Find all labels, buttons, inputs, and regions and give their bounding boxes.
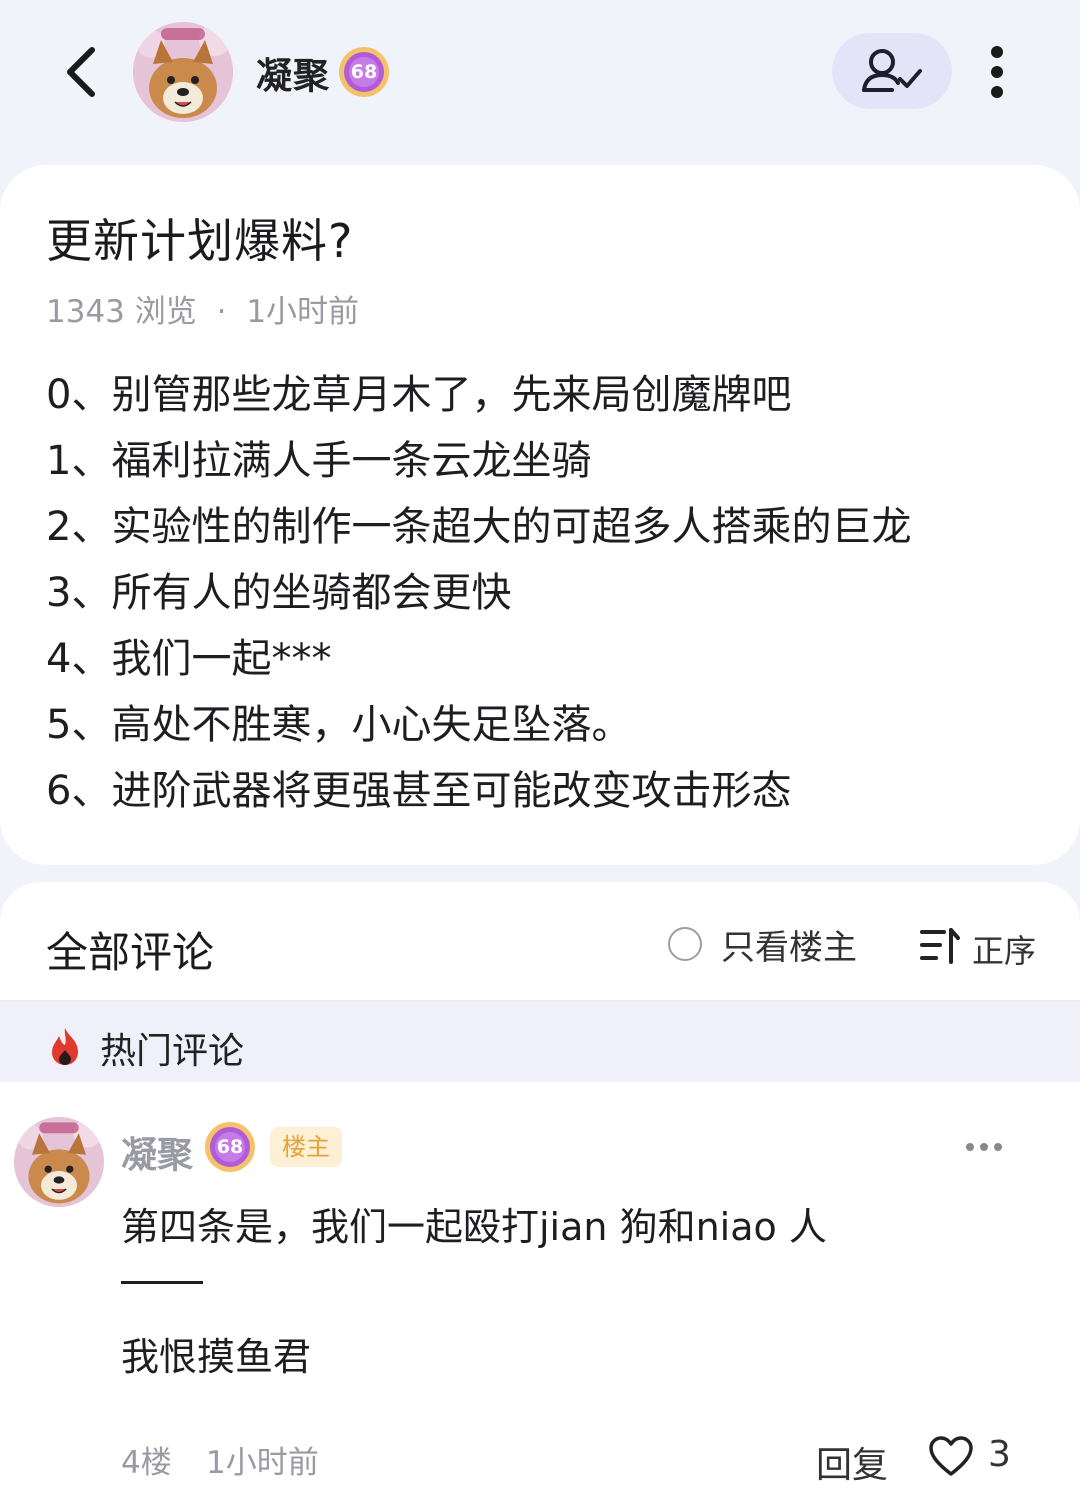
post-line: 0、别管那些龙草月木了，先来局创魔牌吧 [46, 372, 792, 418]
commenter-level-badge: 68 [203, 1120, 257, 1174]
post-line: 6、进阶武器将更强甚至可能改变攻击形态 [46, 768, 792, 814]
post-card: 更新计划爆料? 1343 浏览 · 1小时前 0、别管那些龙草月木了，先来局创魔… [0, 165, 1080, 865]
view-count: 1343 浏览 [46, 294, 197, 330]
top-bar: 凝聚 68 [0, 0, 1080, 150]
radio-icon[interactable] [668, 927, 702, 961]
comments-header: 全部评论 只看楼主 正序 [0, 882, 1080, 1002]
owner-only-label: 只看楼主 [721, 928, 857, 968]
post-body: 0、别管那些龙草月木了，先来局创魔牌吧 1、福利拉满人手一条云龙坐骑 2、实验性… [46, 362, 1046, 824]
commenter-avatar[interactable] [14, 1117, 104, 1207]
author-name[interactable]: 凝聚 [256, 47, 330, 99]
hot-comments-bar: 热门评论 [0, 1004, 1080, 1082]
hot-comments-label: 热门评论 [100, 1031, 245, 1072]
like-button[interactable] [928, 1434, 974, 1480]
post-line: 2、实验性的制作一条超大的可超多人搭乘的巨龙 [46, 504, 912, 550]
post-line: 5、高处不胜寒，小心失足坠落。 [46, 702, 632, 748]
post-meta: 1343 浏览 · 1小时前 [46, 286, 369, 331]
more-button[interactable] [975, 42, 1019, 102]
comments-title: 全部评论 [46, 928, 215, 977]
comment-floor: 4楼 [121, 1445, 172, 1481]
horizontal-dots-icon [966, 1143, 1002, 1151]
level-number: 68 [216, 1136, 244, 1158]
owner-tag: 楼主 [270, 1127, 342, 1167]
like-count: 3 [988, 1434, 1011, 1475]
comment-time: 1小时前 [206, 1445, 319, 1481]
post-line: 3、所有人的坐骑都会更快 [46, 570, 512, 616]
author-avatar[interactable] [133, 22, 233, 122]
back-button[interactable] [58, 44, 108, 100]
level-number: 68 [350, 61, 378, 83]
chevron-left-icon [67, 47, 95, 97]
flame-icon [52, 1028, 78, 1065]
vertical-dots-icon [991, 46, 1003, 98]
post-line: 4、我们一起*** [46, 636, 332, 682]
reply-button[interactable]: 回复 [816, 1436, 888, 1488]
comment-text: 第四条是，我们一起殴打jian 狗和niao 人 [121, 1205, 827, 1249]
sort-lines-icon [920, 928, 960, 964]
sort-button[interactable]: 正序 [918, 924, 1036, 970]
heart-icon [929, 1436, 973, 1476]
sort-label: 正序 [972, 932, 1037, 970]
post-line: 1、福利拉满人手一条云龙坐骑 [46, 438, 592, 484]
post-title: 更新计划爆料? [46, 214, 354, 268]
comment-text: 我恨摸鱼君 [121, 1335, 312, 1379]
commenter-name[interactable]: 凝聚 [121, 1126, 193, 1178]
comment-item: 凝聚 68 楼主 第四条是，我们一起殴打jian 狗和niao 人 我恨摸鱼君 … [0, 1082, 1080, 1502]
comment-more-button[interactable] [962, 1137, 1006, 1157]
level-badge: 68 [337, 45, 391, 99]
comment-divider [121, 1281, 203, 1284]
meta-separator: · [216, 294, 227, 330]
follow-button[interactable] [832, 33, 952, 109]
user-check-icon [862, 49, 922, 92]
post-time: 1小时前 [246, 294, 360, 330]
